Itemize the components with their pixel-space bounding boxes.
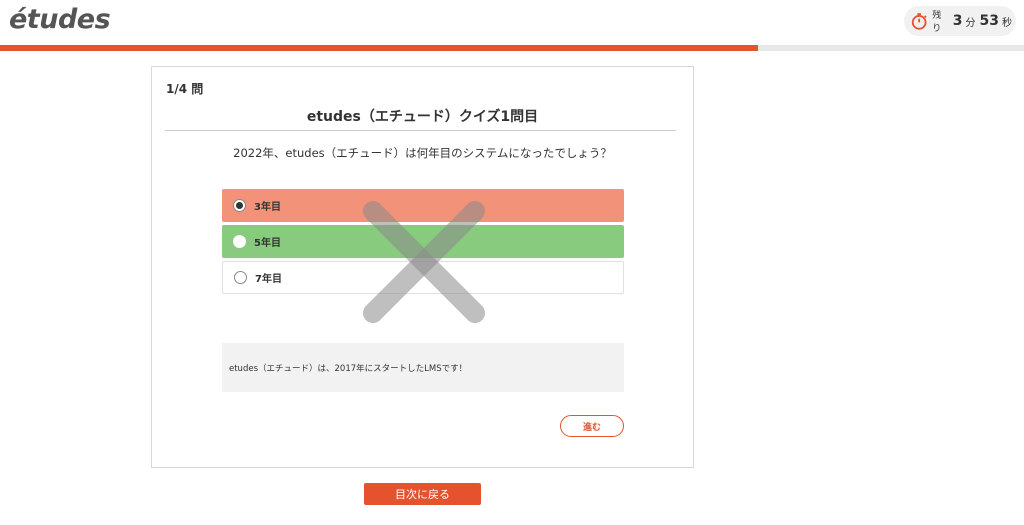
choice-option-3[interactable]: 7年目 [222, 261, 624, 294]
back-to-contents-button[interactable]: 目次に戻る [364, 483, 481, 505]
radio-button[interactable] [233, 235, 246, 248]
choice-option-2[interactable]: 5年目 [222, 225, 624, 258]
question-text: 2022年、etudes（エチュード）は何年目のシステムになったでしょう？ [233, 146, 612, 160]
choice-label: 7年目 [255, 274, 282, 285]
next-button[interactable]: 進む [560, 415, 624, 437]
choice-label: 3年目 [254, 202, 281, 213]
timer-label: 残り [932, 11, 942, 34]
radio-button-selected[interactable] [233, 199, 246, 212]
explanation-box: etudes（エチュード）は、2017年にスタートしたLMSです！ [222, 343, 624, 392]
timer-minutes-unit: 分 [965, 17, 976, 29]
title-divider [165, 130, 676, 131]
choice-label: 5年目 [254, 238, 281, 249]
quiz-progress-bar [0, 45, 1024, 51]
quiz-title: etudes（エチュード）クイズ1問目 [306, 109, 539, 125]
choice-option-1[interactable]: 3年目 [222, 189, 624, 222]
stopwatch-icon [911, 13, 927, 30]
timer-seconds-unit: 秒 [1002, 17, 1012, 29]
radio-button[interactable] [234, 271, 247, 284]
quiz-card: 1/4 問 etudes（エチュード）クイズ1問目 2022年、etudes（エ… [151, 66, 694, 468]
etudes-logo[interactable]: études [9, 4, 111, 35]
question-counter: 1/4 問 [166, 82, 204, 96]
timer-seconds: 53 [979, 13, 999, 29]
timer-minutes: 3 [952, 13, 963, 29]
quiz-progress-fill [0, 45, 758, 51]
header: études 残り 3 分 53 秒 [0, 0, 1024, 45]
countdown-timer: 残り 3 分 53 秒 [904, 6, 1016, 36]
